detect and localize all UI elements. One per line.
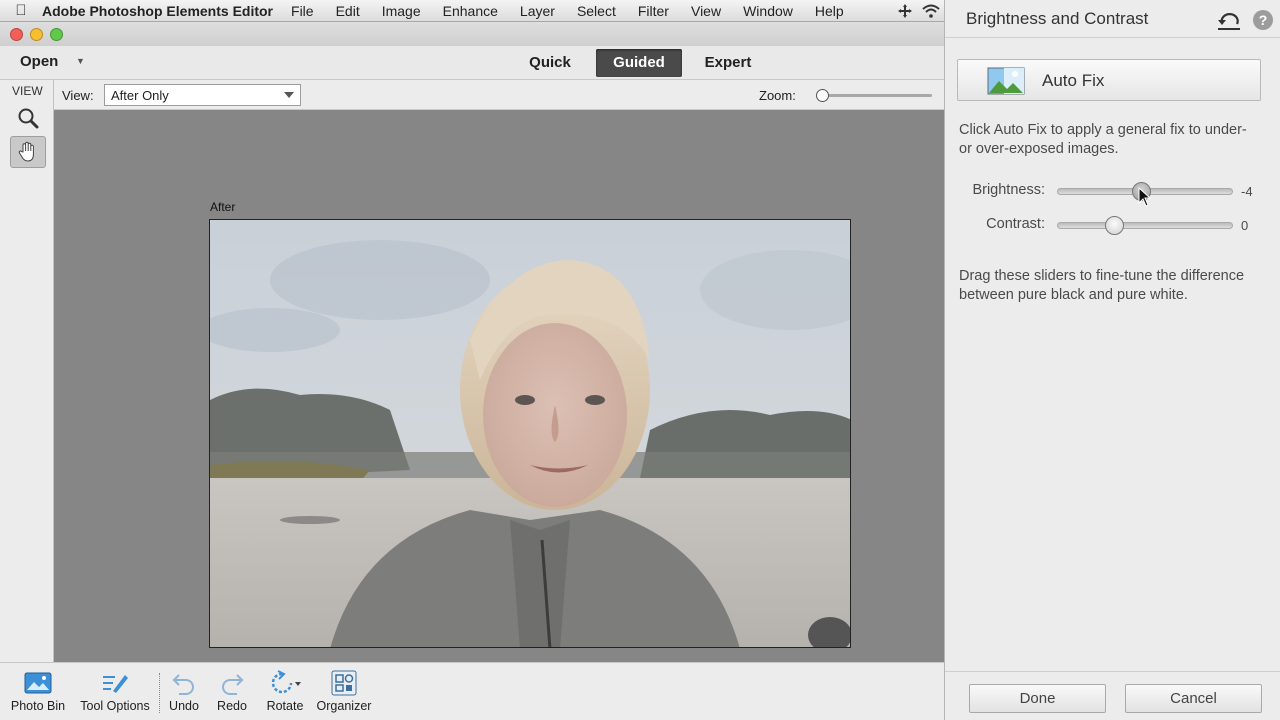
help-icon[interactable]: ? [1253,10,1273,30]
contrast-slider-thumb[interactable] [1105,216,1124,235]
menu-image[interactable]: Image [382,3,421,19]
view-select[interactable]: After Only [104,84,301,106]
panel-divider [945,37,1280,38]
auto-fix-description: Click Auto Fix to apply a general fix to… [959,122,1247,157]
image-canvas[interactable]: After [54,110,944,662]
move-arrows-icon[interactable] [898,3,912,18]
tab-quick[interactable]: Quick [520,49,580,77]
tool-options-button[interactable]: Tool Options [76,667,154,713]
photo-bin-label: Photo Bin [10,699,66,713]
zoom-tool-icon [18,108,39,129]
menu-layer[interactable]: Layer [520,3,555,19]
photo[interactable] [209,219,851,648]
undo-button[interactable]: Undo [164,667,204,713]
cancel-button[interactable]: Cancel [1125,684,1262,713]
brightness-value: -4 [1241,184,1253,199]
mouse-cursor-icon [1138,187,1152,207]
brightness-label: Brightness: [972,182,1045,198]
panel-footer-divider [945,671,1280,672]
mode-bar: Open ▼ Quick Guided Expert [0,46,944,80]
menu-view[interactable]: View [691,3,721,19]
tool-options-icon [103,675,128,693]
open-dropdown-icon[interactable]: ▼ [76,56,85,66]
menu-help[interactable]: Help [815,3,844,19]
view-select-value: After Only [111,88,169,103]
menu-file[interactable]: File [291,3,314,19]
rotate-label: Rotate [266,699,304,713]
bottom-toolbar: Photo Bin Tool Options Undo Redo Rotate … [0,662,944,720]
undo-label: Undo [169,699,199,713]
panel-title: Brightness and Contrast [966,9,1149,28]
redo-button[interactable]: Redo [212,667,252,713]
reset-icon[interactable] [1217,11,1241,31]
rotate-icon [271,670,301,694]
hand-tool-button[interactable] [10,136,46,168]
menu-select[interactable]: Select [577,3,616,19]
tab-expert[interactable]: Expert [696,49,760,77]
rotate-button[interactable]: Rotate [262,667,308,713]
organizer-button[interactable]: Organizer [313,667,375,713]
brightness-contrast-panel: Brightness and Contrast ? Auto Fix Click… [944,0,1280,720]
menu-filter[interactable]: Filter [638,3,669,19]
tool-panel-heading: VIEW [12,84,43,98]
view-toolbar: View: After Only Zoom: [54,80,944,110]
open-button[interactable]: Open [20,53,58,70]
zoom-label: Zoom: [759,88,796,103]
organizer-label: Organizer [316,699,372,713]
undo-icon [172,674,194,695]
tool-options-label: Tool Options [80,699,150,713]
tab-guided[interactable]: Guided [596,49,682,77]
contrast-slider-track[interactable] [1057,222,1233,229]
sliders-description: Drag these sliders to fine-tune the diff… [959,268,1245,303]
zoom-slider-track[interactable] [816,94,932,97]
zoom-window-icon[interactable] [50,28,63,41]
close-window-icon[interactable] [10,28,23,41]
view-label: View: [62,88,94,103]
photo-bin-icon [24,672,52,694]
contrast-value: 0 [1241,218,1249,233]
redo-label: Redo [217,699,247,713]
menu-enhance[interactable]: Enhance [443,3,498,19]
chevron-down-icon [284,92,294,98]
menu-window[interactable]: Window [743,3,793,19]
menu-bar:  Adobe Photoshop Elements Editor File E… [0,0,944,22]
bottombar-divider [159,673,160,713]
hand-tool-icon [18,141,34,162]
auto-fix-label: Auto Fix [1042,71,1105,90]
window-title-bar [0,22,944,46]
organizer-icon [331,670,357,696]
apple-menu-icon[interactable]:  [0,2,30,19]
auto-fix-button[interactable]: Auto Fix [957,59,1261,101]
photo-image [210,220,850,647]
zoom-tool-button[interactable] [10,102,46,134]
done-button[interactable]: Done [969,684,1106,713]
auto-fix-icon [987,67,1025,95]
app-name-menu[interactable]: Adobe Photoshop Elements Editor [42,3,273,19]
after-image-label: After [210,200,236,214]
photo-bin-button[interactable]: Photo Bin [8,667,68,713]
contrast-label: Contrast: [986,216,1045,232]
zoom-slider-thumb[interactable] [816,89,829,102]
redo-icon [222,674,244,695]
minimize-window-icon[interactable] [30,28,43,41]
tool-panel: VIEW [0,80,54,662]
wifi-icon[interactable] [922,4,940,18]
menu-edit[interactable]: Edit [336,3,360,19]
